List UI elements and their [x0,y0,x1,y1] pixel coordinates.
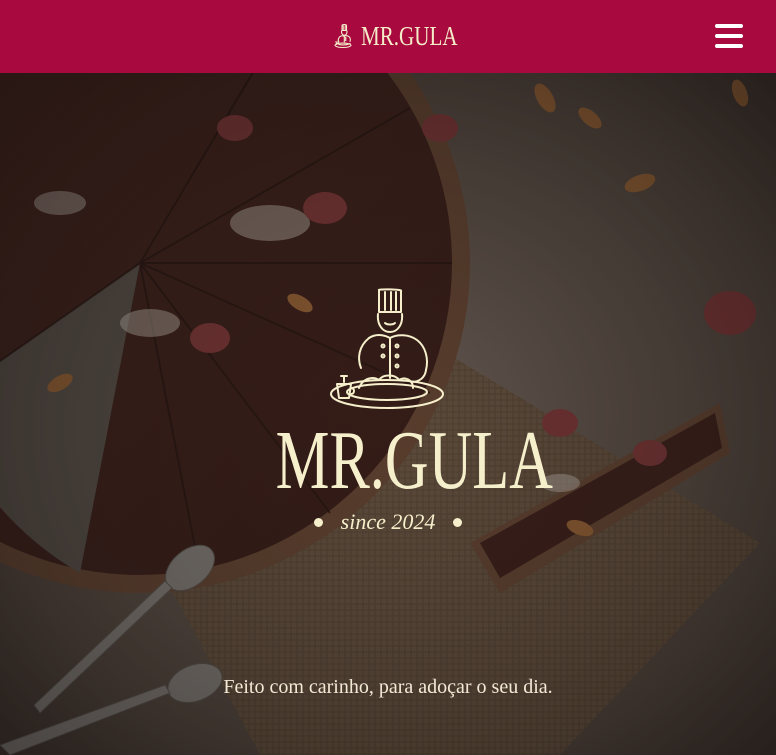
bullet-dot-icon [313,517,323,527]
brand-logo-link[interactable]: MR.GULA [333,20,485,52]
hero-tagline: Feito com carinho, para adoçar o seu dia… [223,676,553,698]
since-text: since 2024 [340,509,436,534]
bullet-dot-icon [453,517,463,527]
hamburger-menu-icon-bar [715,44,743,48]
chef-icon [334,24,352,49]
hero-section: MR.GULA since 2024 Feito com carinho, pa… [0,73,776,755]
since-line: since 2024 [288,507,488,537]
hamburger-menu-button[interactable] [713,22,745,50]
hamburger-menu-icon [715,24,743,28]
hero-title: MR.GULA [275,414,553,507]
page: MR.GULA MR.GULA since 2024 Feito com car… [0,0,776,755]
brand-name: MR.GULA [361,21,458,51]
top-navbar: MR.GULA [0,0,776,73]
chef-plating-icon [330,288,444,409]
hamburger-menu-icon-bar [715,34,743,38]
